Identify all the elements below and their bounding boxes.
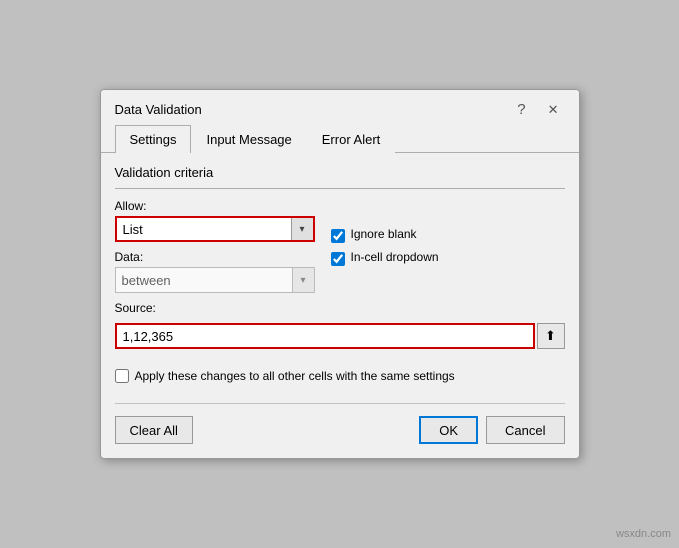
source-select-icon: ⬆ — [545, 328, 556, 344]
data-dropdown-value: between — [116, 273, 292, 288]
allow-col: Allow: List ▾ Data: between ▾ — [115, 199, 315, 293]
in-cell-dropdown-row: In-cell dropdown — [331, 250, 565, 267]
tab-error-alert[interactable]: Error Alert — [307, 125, 396, 153]
apply-row: Apply these changes to all other cells w… — [115, 369, 565, 383]
in-cell-dropdown-label: In-cell dropdown — [351, 250, 439, 264]
allow-dropdown-value: List — [117, 222, 291, 237]
data-dropdown-arrow[interactable]: ▾ — [292, 268, 314, 292]
cancel-button[interactable]: Cancel — [486, 416, 564, 444]
close-button[interactable]: ✕ — [542, 101, 565, 118]
source-label: Source: — [115, 301, 565, 315]
ignore-blank-row: Ignore blank — [331, 227, 565, 244]
allow-dropdown-arrow[interactable]: ▾ — [291, 218, 313, 240]
ignore-blank-checkbox[interactable] — [331, 229, 345, 243]
dialog-body: Settings Input Message Error Alert Valid… — [101, 125, 579, 458]
allow-data-row: Allow: List ▾ Data: between ▾ — [115, 199, 565, 293]
checkboxes-col: Ignore blank In-cell dropdown — [331, 199, 565, 293]
watermark: wsxdn.com — [616, 528, 671, 540]
data-dropdown[interactable]: between ▾ — [115, 267, 315, 293]
title-bar: Data Validation ? ✕ — [101, 90, 579, 125]
title-bar-controls: ? ✕ — [511, 100, 564, 119]
in-cell-dropdown-checkbox[interactable] — [331, 252, 345, 266]
clear-all-button[interactable]: Clear All — [115, 416, 193, 444]
section-divider — [115, 188, 565, 189]
source-select-button[interactable]: ⬆ — [537, 323, 565, 349]
tab-input-message[interactable]: Input Message — [191, 125, 306, 153]
ok-button[interactable]: OK — [419, 416, 478, 444]
source-section: Source: ⬆ — [115, 301, 565, 349]
data-validation-dialog: Data Validation ? ✕ Settings Input Messa… — [100, 89, 580, 459]
footer-right: OK Cancel — [419, 416, 564, 444]
tab-bar: Settings Input Message Error Alert — [101, 125, 579, 153]
allow-label: Allow: — [115, 199, 315, 213]
apply-label: Apply these changes to all other cells w… — [135, 369, 455, 383]
ignore-blank-label: Ignore blank — [351, 227, 417, 241]
source-input[interactable] — [115, 323, 535, 349]
dialog-title: Data Validation — [115, 102, 202, 117]
help-button[interactable]: ? — [511, 100, 531, 119]
section-label: Validation criteria — [115, 165, 565, 180]
data-label: Data: — [115, 250, 315, 264]
apply-checkbox[interactable] — [115, 369, 129, 383]
footer: Clear All OK Cancel — [115, 403, 565, 444]
source-row: ⬆ — [115, 323, 565, 349]
allow-dropdown[interactable]: List ▾ — [115, 216, 315, 242]
tab-settings[interactable]: Settings — [115, 125, 192, 153]
footer-left: Clear All — [115, 416, 193, 444]
